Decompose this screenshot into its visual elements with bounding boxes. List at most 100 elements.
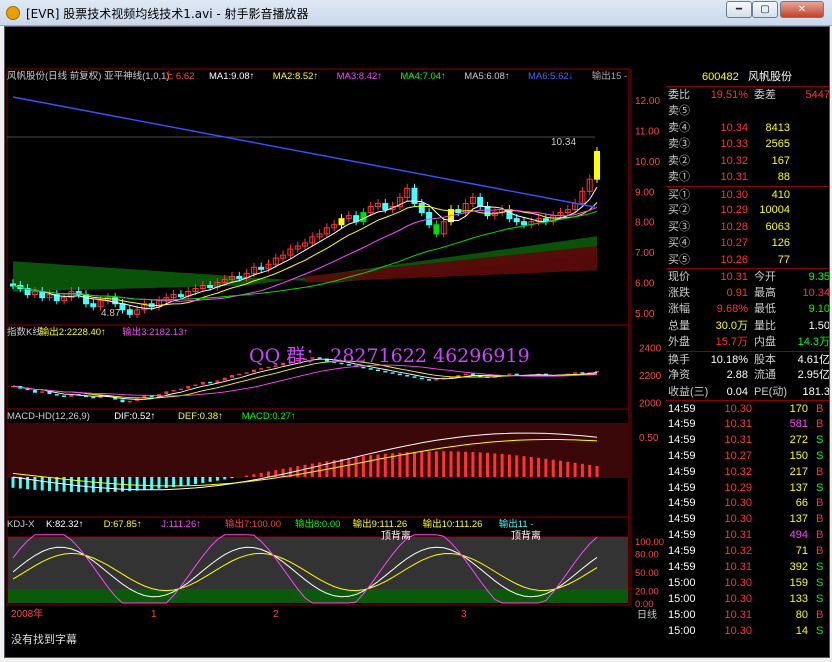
divergence-label-2: 顶背离 bbox=[511, 529, 541, 542]
legend-item: 输出8:0.00 bbox=[295, 518, 340, 530]
candle-body bbox=[119, 303, 126, 311]
tick-row: 15:00 10.31 80 B bbox=[666, 607, 829, 624]
stat-row: 涨幅 9.68% 最低 9.10 bbox=[666, 301, 829, 318]
candle-body bbox=[513, 218, 520, 223]
kdj-shade bbox=[8, 537, 628, 589]
index-candle bbox=[120, 399, 125, 403]
bid-row: 买⑤ 10.26 77 bbox=[666, 252, 829, 269]
quote-cell: S bbox=[816, 481, 824, 494]
quote-cell: S bbox=[816, 592, 824, 605]
date-label-0: 2008年 bbox=[11, 607, 43, 620]
quote-cell: S bbox=[816, 561, 824, 573]
index-candle bbox=[244, 372, 249, 374]
candle-body bbox=[236, 275, 243, 279]
fund-row: 换手 10.18% 股本 4.61亿 bbox=[666, 350, 829, 368]
quote-cell: B bbox=[816, 513, 824, 526]
index-candle bbox=[186, 385, 191, 389]
legend-item: 输出7:100.00 bbox=[225, 518, 281, 530]
quote-cell: 126 bbox=[771, 237, 790, 249]
high-price-label: 10.34 bbox=[551, 137, 576, 148]
quote-cell: S bbox=[816, 449, 824, 462]
legend-item: KDJ-X bbox=[7, 519, 35, 530]
legend-item: MA4:7.04↑ bbox=[400, 71, 445, 82]
window-title: [EVR] 股票技术视频均线技术1.avi - 射手影音播放器 bbox=[26, 7, 309, 21]
index-candle bbox=[222, 377, 227, 381]
index-candle bbox=[208, 381, 213, 384]
index-candle bbox=[412, 376, 417, 378]
stock-name: 风帆股份 bbox=[748, 71, 792, 83]
quote-cell: 5447 bbox=[805, 89, 830, 101]
stock-code: 600482 bbox=[702, 71, 739, 83]
index-candle bbox=[514, 373, 519, 376]
stat-row: 现价 10.31 今开 9.35 bbox=[666, 268, 829, 285]
kdj-tick: 20.00 bbox=[635, 587, 659, 598]
divergence-label-1: 顶背离 bbox=[381, 529, 411, 542]
quote-cell: 6063 bbox=[765, 220, 790, 233]
candle-body bbox=[382, 202, 389, 211]
tick-row: 14:59 10.30 137 B bbox=[666, 511, 829, 528]
date-label-1: 1 bbox=[151, 609, 157, 620]
candle-body bbox=[207, 285, 214, 289]
kdj-tick: 0.00 bbox=[635, 599, 654, 610]
bid-row: 买② 10.29 10004 bbox=[666, 202, 829, 219]
index-candle bbox=[259, 368, 264, 370]
candle-body bbox=[418, 202, 425, 214]
minimize-button[interactable]: ━ bbox=[726, 1, 752, 18]
price-tick: 10.00 bbox=[635, 157, 660, 168]
quote-cell: 272 bbox=[789, 433, 808, 446]
index-candle bbox=[230, 375, 234, 378]
index-candle bbox=[376, 369, 380, 372]
fund-row: 收益(三) 0.04 PE(动) 181.3 bbox=[666, 384, 829, 401]
tick-row: 14:59 10.30 66 B bbox=[666, 495, 829, 512]
date-label-2: 2 bbox=[273, 609, 279, 620]
tick-row: 14:59 10.30 170 B bbox=[666, 400, 829, 417]
legend-item: MA1:9.08↑ bbox=[209, 71, 254, 82]
quote-cell: 392 bbox=[789, 561, 808, 573]
tick-row: 14:59 10.31 494 B bbox=[666, 527, 829, 544]
period-label[interactable]: 日线 bbox=[637, 608, 657, 621]
ma-line-6 bbox=[12, 96, 596, 208]
index-candle bbox=[62, 395, 67, 397]
tick-row: 15:00 10.30 159 S bbox=[666, 575, 829, 592]
video-frame[interactable]: 风帆股份(日线 前复权) 亚平神线(1,0,1) 上 6.62 MA1:9.08↑ M… bbox=[4, 26, 830, 658]
quote-cell: 88 bbox=[777, 171, 790, 183]
quote-cell: 137 bbox=[789, 481, 808, 494]
legend-item: 输出3:2182.13↑ bbox=[122, 326, 188, 338]
quote-cell: S bbox=[816, 624, 824, 637]
low-price-label: 4.87 bbox=[101, 308, 121, 319]
index-candle bbox=[171, 390, 176, 392]
quote-cell: 10004 bbox=[759, 204, 790, 216]
quote-cell: 581 bbox=[789, 417, 808, 430]
tick-row: 14:59 10.31 581 B bbox=[666, 416, 829, 433]
index-candle bbox=[434, 379, 439, 381]
quote-cell: B bbox=[816, 465, 824, 478]
macd-panel bbox=[8, 423, 628, 493]
quote-cell: 494 bbox=[789, 529, 808, 542]
player-app-icon bbox=[6, 6, 20, 20]
candle-body bbox=[594, 151, 600, 180]
index-candle bbox=[383, 370, 388, 373]
tick-row: 14:59 10.31 272 S bbox=[666, 432, 829, 449]
ask-row: 卖② 10.32 167 bbox=[666, 153, 829, 170]
index-candle bbox=[91, 396, 96, 399]
date-label-3: 3 bbox=[461, 609, 467, 620]
quote-cell: 71 bbox=[795, 545, 808, 558]
price-tick: 8.00 bbox=[635, 218, 655, 229]
legend-item: MA2:8.52↑ bbox=[273, 71, 318, 82]
quote-cell: 8413 bbox=[765, 121, 790, 134]
index-candle bbox=[390, 372, 395, 374]
quote-cell: 167 bbox=[771, 154, 790, 167]
legend-item: DEF:0.38↑ bbox=[178, 411, 223, 422]
ask-row: 卖③ 10.33 2565 bbox=[666, 136, 829, 153]
stat-row: 总量 30.0万 量比 1.50 bbox=[666, 318, 829, 335]
maximize-button[interactable]: ▢ bbox=[752, 1, 778, 18]
legend-item: MA5:6.08↑ bbox=[464, 71, 509, 82]
tick-row: 14:59 10.27 150 S bbox=[666, 448, 829, 465]
index-candle bbox=[405, 375, 410, 377]
index-candle bbox=[32, 390, 37, 393]
close-button[interactable]: ✕ bbox=[780, 1, 824, 18]
quote-cell: 80 bbox=[795, 608, 808, 621]
index-candle bbox=[368, 368, 373, 370]
legend-item: 指数K线 bbox=[7, 326, 42, 338]
index-candle bbox=[397, 373, 402, 376]
